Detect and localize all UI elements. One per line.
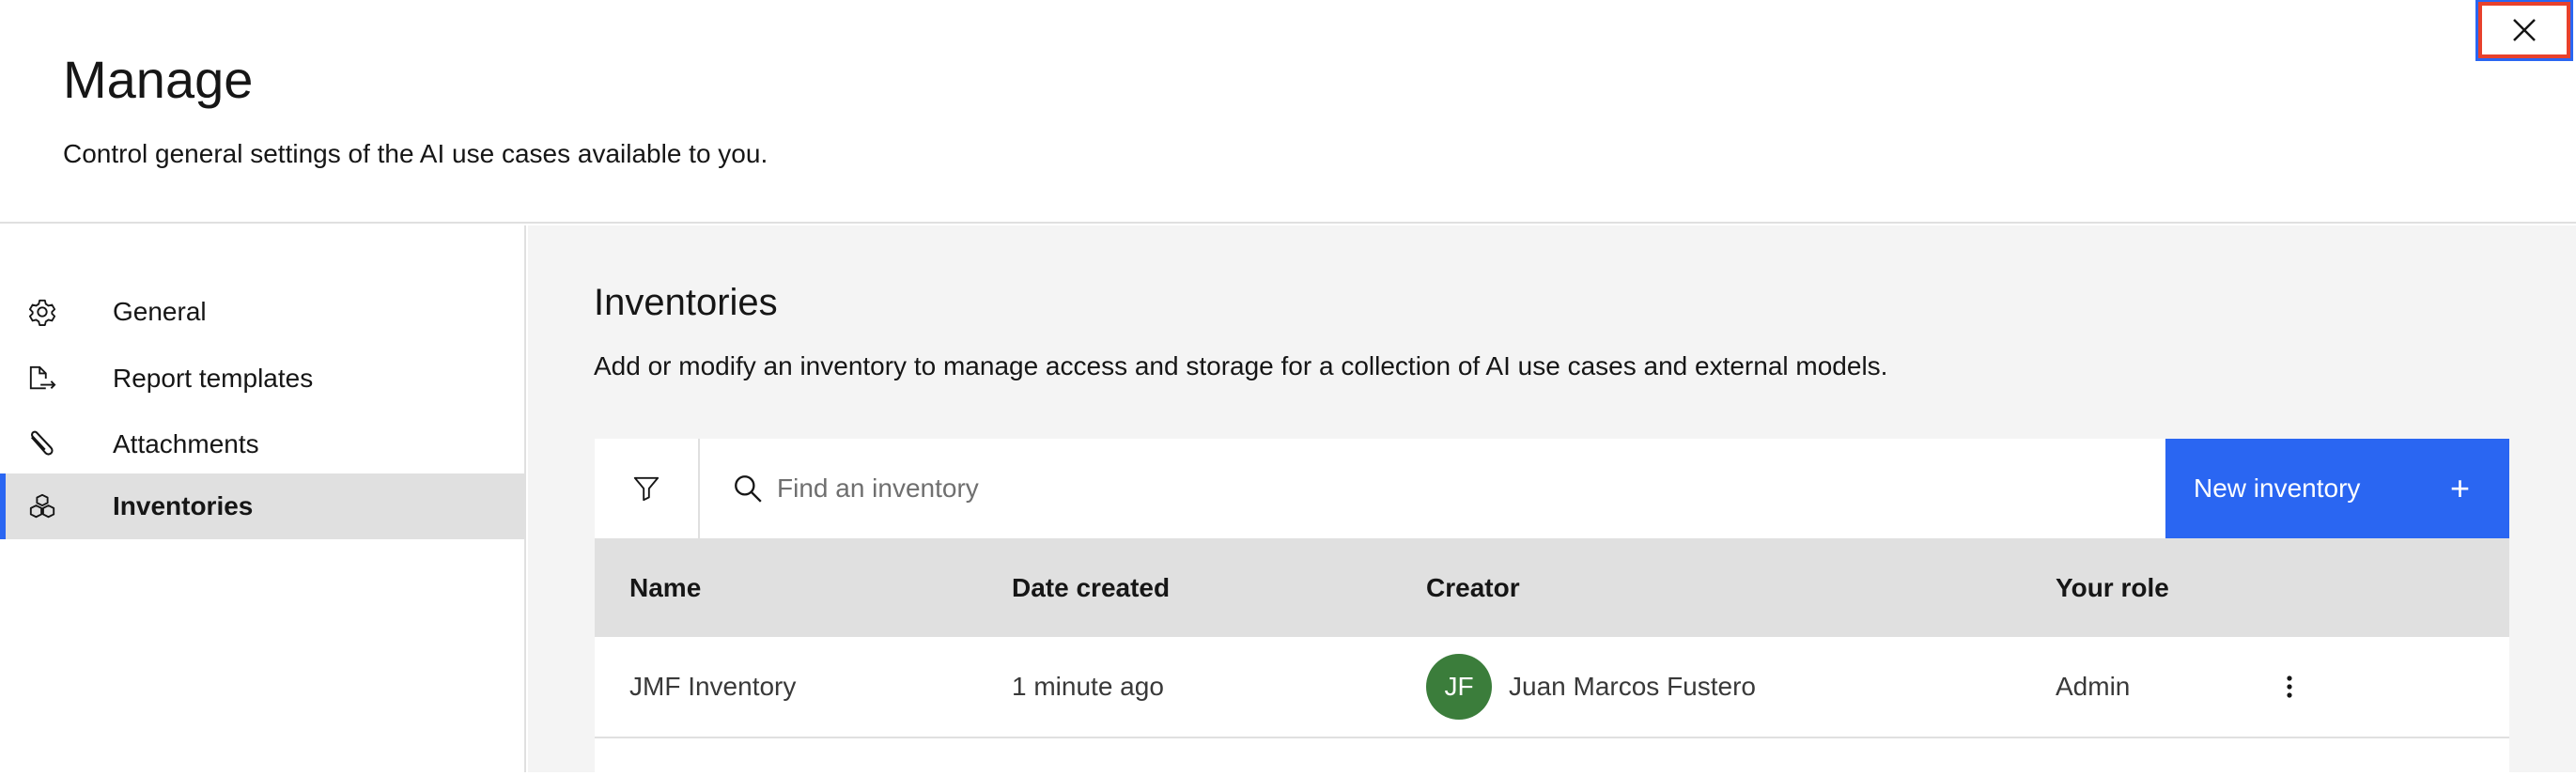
table-row-empty xyxy=(595,738,2509,776)
page-title: Manage xyxy=(63,50,254,109)
search-icon xyxy=(735,475,762,503)
close-icon xyxy=(2513,19,2536,41)
paperclip-icon xyxy=(30,430,54,456)
inventories-table: Name Date created Creator Your role JMF … xyxy=(595,538,2509,776)
table-row[interactable]: JMF Inventory 1 minute ago JF Juan Marco… xyxy=(595,637,2509,738)
sidebar-item-inventories[interactable]: Inventories xyxy=(0,473,524,539)
column-header-date-created[interactable]: Date created xyxy=(1012,573,1170,603)
gear-icon xyxy=(28,299,56,326)
document-export-icon xyxy=(29,365,56,390)
sidebar-item-label: General xyxy=(113,297,207,326)
new-inventory-button[interactable]: New inventory + xyxy=(2165,439,2509,538)
close-button[interactable] xyxy=(2475,0,2573,61)
search-input[interactable] xyxy=(764,439,2154,538)
filter-icon xyxy=(633,476,660,502)
avatar: JF xyxy=(1426,654,1492,720)
page-header: Manage Control general settings of the A… xyxy=(0,0,2576,224)
overflow-menu-icon xyxy=(2287,675,2292,698)
sidebar-item-label: Attachments xyxy=(113,429,259,458)
date-created: 1 minute ago xyxy=(1012,672,1164,701)
sidebar-item-label: Inventories xyxy=(113,491,254,520)
table-header: Name Date created Creator Your role xyxy=(595,538,2509,637)
new-inventory-label: New inventory xyxy=(2194,473,2361,503)
column-header-name[interactable]: Name xyxy=(629,573,701,603)
overflow-menu-button[interactable] xyxy=(2271,659,2308,715)
page-subtitle: Control general settings of the AI use c… xyxy=(63,139,768,168)
your-role: Admin xyxy=(2056,672,2131,701)
column-header-your-role[interactable]: Your role xyxy=(2056,573,2169,603)
sidebar-item-attachments[interactable]: Attachments xyxy=(0,411,524,477)
plus-icon: + xyxy=(2449,469,2470,507)
filter-button[interactable] xyxy=(595,439,700,538)
cubes-icon xyxy=(29,493,55,519)
sidebar: General Report templates Attachments Inv… xyxy=(0,225,526,772)
creator-name: Juan Marcos Fustero xyxy=(1509,672,1756,701)
table-toolbar: New inventory + xyxy=(595,439,2509,538)
sidebar-item-report-templates[interactable]: Report templates xyxy=(0,346,524,411)
main-content: Inventories Add or modify an inventory t… xyxy=(528,225,2576,776)
sidebar-item-general[interactable]: General xyxy=(0,279,524,345)
column-header-creator[interactable]: Creator xyxy=(1426,573,1520,603)
section-title: Inventories xyxy=(594,282,778,323)
section-description: Add or modify an inventory to manage acc… xyxy=(594,351,1888,380)
creator: JF Juan Marcos Fustero xyxy=(1426,654,1756,720)
sidebar-item-label: Report templates xyxy=(113,364,314,393)
inventory-name[interactable]: JMF Inventory xyxy=(629,672,796,702)
